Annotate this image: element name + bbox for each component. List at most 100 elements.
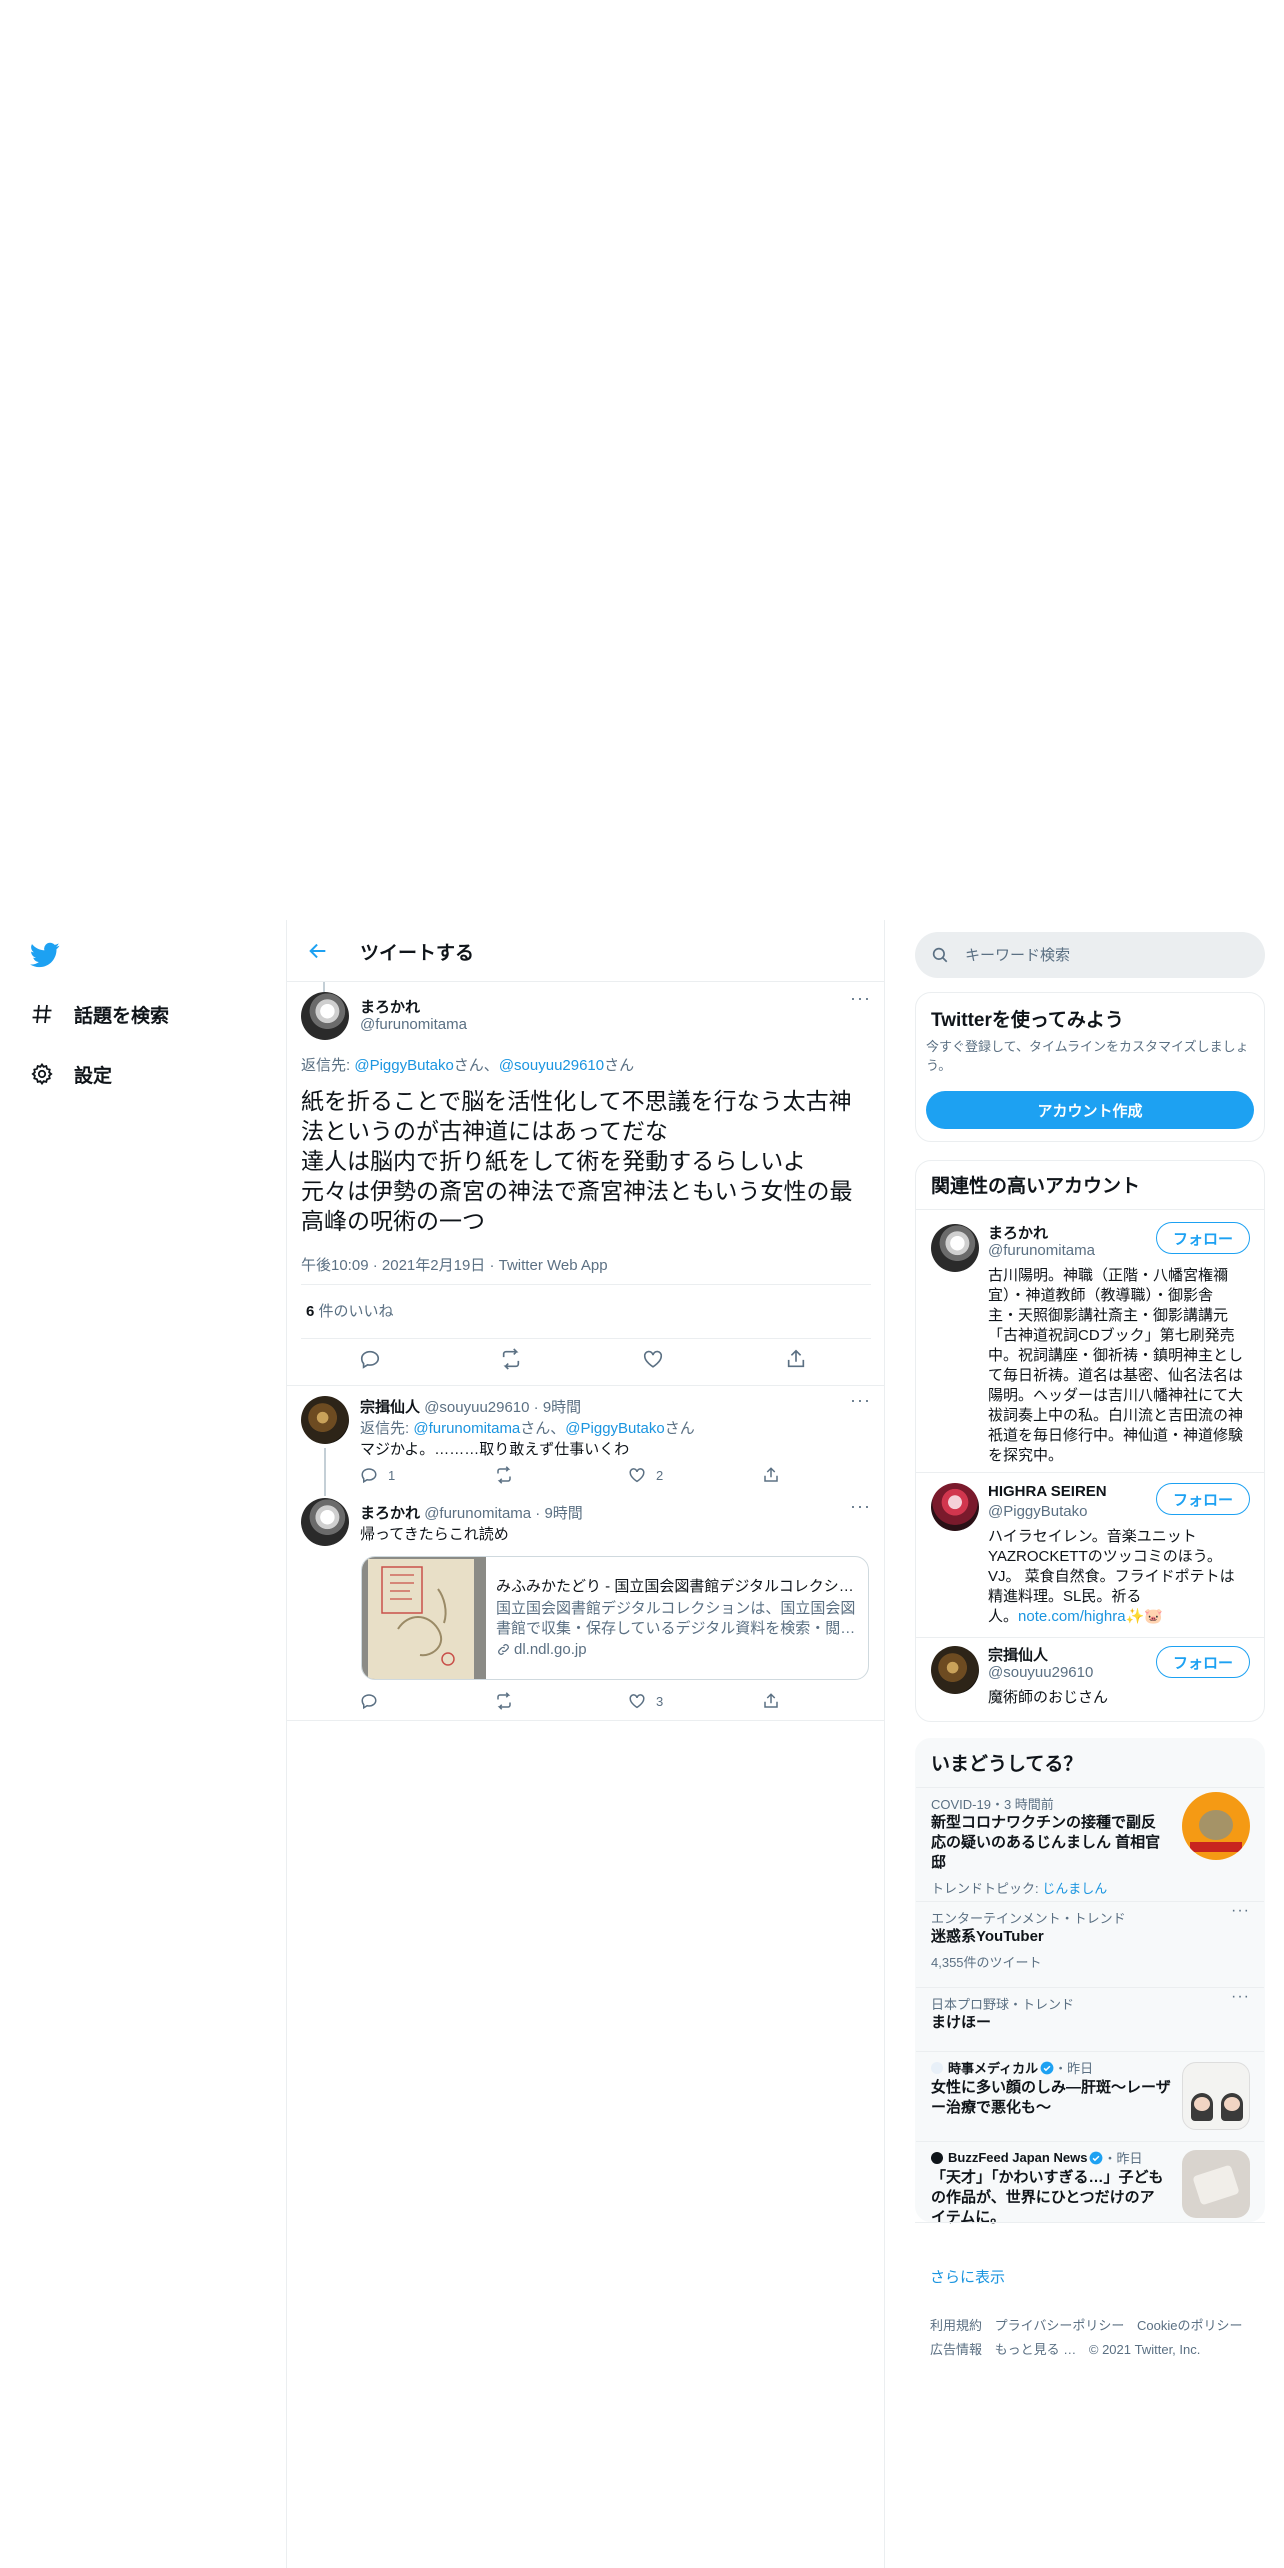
avatar[interactable]	[931, 1224, 979, 1272]
mention-link[interactable]: @PiggyButako	[354, 1057, 453, 1074]
reply-to: 返信先: @PiggyButakoさん、@souyuu29610さん	[301, 1057, 635, 1074]
more-icon[interactable]: ···	[1231, 1988, 1250, 2006]
account-item[interactable]: 宗揖仙人 @souyuu29610 フォロー 魔術師のおじさん	[916, 1638, 1264, 1722]
tweet-date[interactable]: 2021年2月19日	[382, 1257, 485, 1274]
copyright: © 2021 Twitter, Inc.	[1088, 2342, 1201, 2357]
retweet-button[interactable]	[499, 1348, 533, 1370]
reply-button[interactable]	[359, 1348, 391, 1370]
avatar[interactable]	[931, 1646, 979, 1694]
follow-button[interactable]: フォロー	[1156, 1222, 1250, 1254]
share-button[interactable]	[762, 1466, 790, 1484]
account-item[interactable]: まろかれ @furunomitama フォロー 古川陽明。神職（正階・八幡宮権禰…	[916, 1210, 1264, 1472]
avatar[interactable]	[301, 1498, 349, 1546]
hashtag-icon	[28, 1000, 56, 1028]
more-icon[interactable]: ···	[1231, 1902, 1250, 1920]
thread-line	[324, 1448, 326, 1496]
news-item[interactable]: BuzzFeed Japan News ・昨日 「天才」「かわいすぎる…」子ども…	[916, 2142, 1264, 2232]
more-icon[interactable]: ···	[850, 1390, 871, 1411]
follow-button[interactable]: フォロー	[1156, 1646, 1250, 1678]
related-accounts-panel: 関連性の高いアカウント まろかれ @furunomitama フォロー 古川陽明…	[915, 1160, 1265, 1722]
reply-tweet[interactable]: 宗揖仙人 @souyuu29610 · 9時間 ··· 返信先: @furuno…	[287, 1386, 884, 1496]
retweet-button[interactable]	[494, 1466, 524, 1484]
gear-icon	[28, 1060, 56, 1088]
reply-button[interactable]	[360, 1692, 388, 1710]
account-name[interactable]: HIGHRA SEIREN	[988, 1483, 1107, 1500]
heart-icon	[643, 1350, 663, 1368]
twitter-bird-icon[interactable]	[28, 940, 62, 970]
author-name[interactable]: 宗揖仙人	[360, 1399, 420, 1416]
signup-panel: Twitterを使ってみよう 今すぐ登録して、タイムラインをカスタマイズしましょ…	[915, 992, 1265, 1142]
like-button[interactable]: 2	[628, 1466, 663, 1484]
account-bio: ハイラセイレン。音楽ユニット YAZROCKETTのツッコミのほう。 VJ。 菜…	[988, 1528, 1235, 1625]
author-name[interactable]: まろかれ	[360, 996, 420, 1017]
share-button[interactable]	[785, 1348, 817, 1370]
search-input[interactable]	[965, 932, 1245, 978]
footer-link[interactable]: Cookieのポリシー	[1137, 2318, 1242, 2333]
account-item[interactable]: HIGHRA SEIREN @PiggyButako フォロー ハイラセイレン。…	[916, 1473, 1264, 1635]
divider	[915, 2222, 1265, 2223]
footer: 利用規約 プライバシーポリシー Cookieのポリシー 広告情報 もっと見る ……	[930, 2314, 1251, 2362]
tweet-text: マジかよ。………取り敢えず仕事いくわ	[360, 1441, 630, 1458]
mention-link[interactable]: @PiggyButako	[565, 1420, 664, 1437]
footer-link[interactable]: もっと見る …	[995, 2342, 1077, 2357]
nav-item-settings[interactable]: 設定	[28, 1054, 112, 1094]
focused-tweet: まろかれ @furunomitama ··· 返信先: @PiggyButako…	[287, 982, 884, 1304]
search-icon	[932, 947, 948, 963]
link-card-description: 国立国会図書館デジタルコレクションは、国立国会図 書館で収集・保存しているデジタ…	[496, 1600, 856, 1637]
share-button[interactable]	[762, 1692, 790, 1710]
account-name[interactable]: まろかれ	[988, 1222, 1048, 1243]
reply-icon	[361, 1694, 377, 1710]
footer-link[interactable]: プライバシーポリシー	[995, 2318, 1125, 2333]
trend-item[interactable]: エンターテインメント・トレンド 迷惑系YouTuber 4,355件のツイート …	[916, 1902, 1264, 1987]
footer-link[interactable]: 広告情報	[930, 2342, 982, 2357]
trend-topic-link[interactable]: じんましん	[1042, 1881, 1107, 1896]
trend-item[interactable]: COVID-19・3 時間前 新型コロナワクチンの接種で副反 応の疑いのあるじん…	[916, 1788, 1264, 1900]
retweet-icon	[497, 1466, 511, 1484]
reply-button[interactable]: 1	[360, 1466, 395, 1484]
author-handle[interactable]: @furunomitama	[424, 1505, 531, 1522]
tweet-time[interactable]: 9時間	[543, 1399, 581, 1416]
column-divider	[884, 920, 885, 2568]
author-handle[interactable]: @furunomitama	[360, 1016, 467, 1033]
more-icon[interactable]: ···	[850, 1496, 871, 1517]
account-bio: 魔術師のおじさん	[988, 1689, 1109, 1706]
follow-button[interactable]: フォロー	[1156, 1483, 1250, 1515]
back-button[interactable]	[301, 934, 335, 968]
more-icon[interactable]: ···	[850, 988, 871, 1009]
news-item[interactable]: 時事メディカル ・昨日 女性に多い顔のしみ―肝斑～レーザ ー治療で悪化も～	[916, 2052, 1264, 2140]
account-name[interactable]: 宗揖仙人	[988, 1644, 1048, 1665]
tweet-source[interactable]: Twitter Web App	[499, 1257, 608, 1274]
heart-icon	[629, 1694, 645, 1709]
reply-icon	[361, 1468, 377, 1484]
author-handle[interactable]: @souyuu29610	[424, 1399, 529, 1416]
link-card-domain: dl.ndl.go.jp	[496, 1641, 860, 1658]
account-handle: @souyuu29610	[988, 1664, 1094, 1681]
likes-summary[interactable]: 6 件のいいね	[306, 1300, 394, 1321]
trend-thumbnail	[1182, 2150, 1250, 2218]
mention-link[interactable]: @furunomitama	[413, 1420, 520, 1437]
retweet-icon	[497, 1692, 511, 1710]
mention-link[interactable]: @souyuu29610	[499, 1057, 604, 1074]
avatar[interactable]	[931, 1483, 979, 1531]
share-icon	[764, 1693, 778, 1708]
show-more-link[interactable]: さらに表示	[930, 2266, 1005, 2287]
avatar[interactable]	[301, 1396, 349, 1444]
search-box[interactable]	[915, 932, 1265, 978]
tweet-time[interactable]: 午後10:09	[301, 1257, 369, 1274]
author-name[interactable]: まろかれ	[360, 1505, 420, 1522]
avatar[interactable]	[301, 992, 349, 1040]
like-button[interactable]	[642, 1348, 674, 1370]
bio-link[interactable]: note.com/highra	[1018, 1608, 1126, 1625]
trend-item[interactable]: 日本プロ野球・トレンド まけほー ···	[916, 1988, 1264, 2050]
retweet-button[interactable]	[494, 1692, 524, 1710]
tweet-time[interactable]: 9時間	[544, 1505, 582, 1522]
like-button[interactable]: 3	[628, 1692, 663, 1710]
footer-link[interactable]: 利用規約	[930, 2318, 982, 2333]
create-account-button[interactable]: アカウント作成	[926, 1091, 1254, 1129]
tweet-timestamp: 午後10:09 · 2021年2月19日 · Twitter Web App	[301, 1257, 608, 1274]
share-icon	[787, 1349, 805, 1368]
divider	[301, 1338, 871, 1339]
link-card[interactable]: みふみかたどり - 国立国会図書館デジタルコレクシ… 国立国会図書館デジタルコレ…	[361, 1556, 869, 1680]
nav-item-explore[interactable]: 話題を検索	[28, 994, 169, 1034]
reply-icon	[360, 1350, 380, 1369]
